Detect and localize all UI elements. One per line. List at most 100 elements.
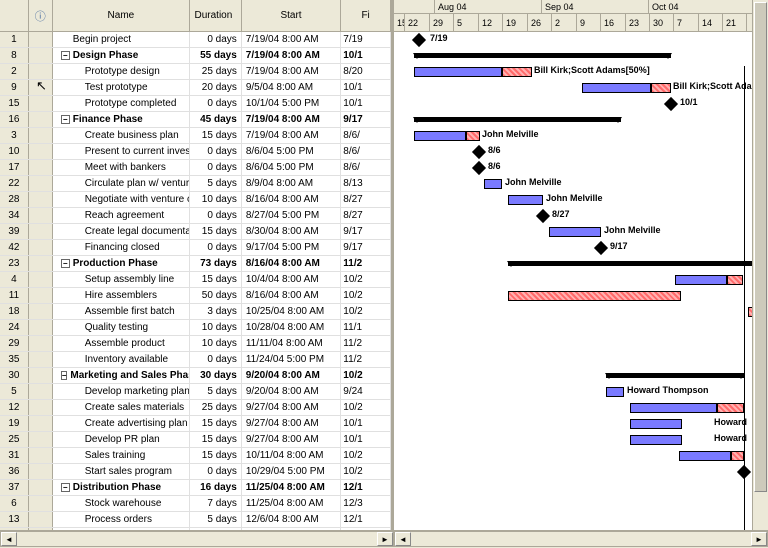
finish-cell[interactable]: 10/1 (341, 416, 391, 431)
indicator-cell[interactable] (29, 48, 53, 63)
finish-cell[interactable]: 11/2 (341, 352, 391, 367)
duration-cell[interactable]: 15 days (190, 432, 242, 447)
indicator-cell[interactable] (29, 32, 53, 47)
task-row[interactable]: 6Stock warehouse7 days11/25/04 8:00 AM12… (0, 496, 391, 512)
task-name-cell[interactable]: Present to current investors (53, 144, 190, 159)
task-bar[interactable] (717, 403, 744, 413)
row-number[interactable]: 29 (0, 336, 29, 351)
task-row[interactable]: 28Negotiate with venture capitalists10 d… (0, 192, 391, 208)
task-name-cell[interactable]: −Production Phase (53, 256, 190, 271)
task-name-cell[interactable]: Process orders (53, 512, 190, 527)
right-horizontal-scrollbar[interactable]: ◄ ► (394, 531, 768, 547)
row-number[interactable]: 22 (0, 176, 29, 191)
task-row[interactable]: 8−Design Phase55 days7/19/04 8:00 AM10/1 (0, 48, 391, 64)
row-number[interactable]: 12 (0, 400, 29, 415)
task-name-cell[interactable]: Develop PR plan (53, 432, 190, 447)
row-number[interactable]: 39 (0, 224, 29, 239)
indicator-cell[interactable] (29, 480, 53, 495)
task-bar[interactable] (484, 179, 502, 189)
task-name-cell[interactable]: Develop marketing plan (53, 384, 190, 399)
indicator-cell[interactable] (29, 64, 53, 79)
task-name-cell[interactable]: Assemble first batch (53, 304, 190, 319)
row-number[interactable]: 28 (0, 192, 29, 207)
row-number[interactable]: 3 (0, 128, 29, 143)
row-number[interactable]: 18 (0, 304, 29, 319)
task-name-cell[interactable]: Create business plan (53, 128, 190, 143)
indicator-cell[interactable] (29, 400, 53, 415)
row-number[interactable]: 35 (0, 352, 29, 367)
finish-cell[interactable]: 10/1 (341, 432, 391, 447)
task-name-cell[interactable]: Prototype design (53, 64, 190, 79)
task-name-cell[interactable]: Sales training (53, 448, 190, 463)
duration-cell[interactable]: 0 days (190, 208, 242, 223)
duration-cell[interactable]: 0 days (190, 32, 242, 47)
start-cell[interactable]: 9/27/04 8:00 AM (242, 432, 341, 447)
scroll-right-icon[interactable]: ► (377, 532, 393, 546)
indicator-cell[interactable] (29, 416, 53, 431)
task-bar[interactable] (630, 419, 682, 429)
task-name-cell[interactable]: Create sales materials (53, 400, 190, 415)
duration-cell[interactable]: 20 days (190, 80, 242, 95)
start-cell[interactable]: 10/4/04 8:00 AM (242, 272, 341, 287)
task-bar[interactable] (508, 195, 543, 205)
finish-cell[interactable]: 7/19 (341, 32, 391, 47)
task-row[interactable]: 5Develop marketing plan5 days9/20/04 8:0… (0, 384, 391, 400)
row-number[interactable]: 30 (0, 368, 29, 383)
row-number[interactable]: 10 (0, 144, 29, 159)
row-number[interactable]: 20 (0, 528, 29, 530)
duration-cell[interactable]: 5 days (190, 176, 242, 191)
start-cell[interactable]: 7/19/04 8:00 AM (242, 112, 341, 127)
task-row[interactable]: 22Circulate plan w/ venture capitalists5… (0, 176, 391, 192)
start-cell[interactable]: 9/20/04 8:00 AM (242, 368, 341, 383)
start-cell[interactable]: 8/6/04 5:00 PM (242, 160, 341, 175)
task-name-cell[interactable]: Financing closed (53, 240, 190, 255)
task-bar[interactable] (414, 131, 466, 141)
start-cell[interactable]: 10/1/04 5:00 PM (242, 96, 341, 111)
finish-cell[interactable]: 11/2 (341, 336, 391, 351)
task-row[interactable]: 19Create advertising plan15 days9/27/04 … (0, 416, 391, 432)
task-bar[interactable] (582, 83, 651, 93)
task-row[interactable]: 34Reach agreement0 days8/27/04 5:00 PM8/… (0, 208, 391, 224)
duration-cell[interactable]: 45 days (190, 112, 242, 127)
indicator-cell[interactable] (29, 368, 53, 383)
row-number[interactable]: 31 (0, 448, 29, 463)
indicator-cell[interactable] (29, 192, 53, 207)
indicator-cell[interactable] (29, 224, 53, 239)
task-row[interactable]: 18Assemble first batch3 days10/25/04 8:0… (0, 304, 391, 320)
task-row[interactable]: 15Prototype completed0 days10/1/04 5:00 … (0, 96, 391, 112)
duration-cell[interactable]: 10 days (190, 320, 242, 335)
duration-cell[interactable]: 30 days (190, 368, 242, 383)
timescale-header[interactable]: Aug 04Sep 04Oct 04 152229512192629162330… (394, 0, 768, 32)
task-name-cell[interactable]: Meet with bankers (53, 160, 190, 175)
start-cell[interactable]: 10/11/04 8:00 AM (242, 448, 341, 463)
indicator-cell[interactable] (29, 448, 53, 463)
finish-cell[interactable]: 8/6/ (341, 160, 391, 175)
finish-cell[interactable]: 10/2 (341, 304, 391, 319)
start-cell[interactable]: 8/9/04 8:00 AM (242, 176, 341, 191)
indicator-cell[interactable] (29, 160, 53, 175)
finish-cell[interactable]: 12/3 (341, 496, 391, 511)
finish-cell[interactable]: 10/1 (341, 96, 391, 111)
start-cell[interactable]: 10/25/04 8:00 AM (242, 304, 341, 319)
task-name-cell[interactable]: Stock warehouse (53, 496, 190, 511)
finish-cell[interactable]: 10/1 (341, 80, 391, 95)
row-number[interactable]: 11 (0, 288, 29, 303)
start-cell[interactable]: 8/30/04 8:00 AM (242, 224, 341, 239)
finish-cell[interactable]: 12/1 (341, 528, 391, 530)
task-name-cell[interactable]: Create legal documentation (53, 224, 190, 239)
task-row[interactable]: 4Setup assembly line15 days10/4/04 8:00 … (0, 272, 391, 288)
duration-cell[interactable]: 15 days (190, 272, 242, 287)
summary-bar[interactable] (606, 373, 744, 378)
task-bar[interactable] (549, 227, 601, 237)
task-row[interactable]: 24Quality testing10 days10/28/04 8:00 AM… (0, 320, 391, 336)
scroll-thumb[interactable] (754, 2, 767, 492)
scroll-left-icon[interactable]: ◄ (395, 532, 411, 546)
start-cell[interactable]: 11/11/04 8:00 AM (242, 336, 341, 351)
duration-cell[interactable]: 25 days (190, 400, 242, 415)
task-row[interactable]: 20Organize shipments5 days12/6/04 8:00 A… (0, 528, 391, 530)
col-header-start[interactable]: Start (242, 0, 341, 31)
start-cell[interactable]: 11/25/04 8:00 AM (242, 496, 341, 511)
row-number[interactable]: 17 (0, 160, 29, 175)
task-bar[interactable] (414, 67, 502, 77)
indicator-cell[interactable] (29, 528, 53, 530)
